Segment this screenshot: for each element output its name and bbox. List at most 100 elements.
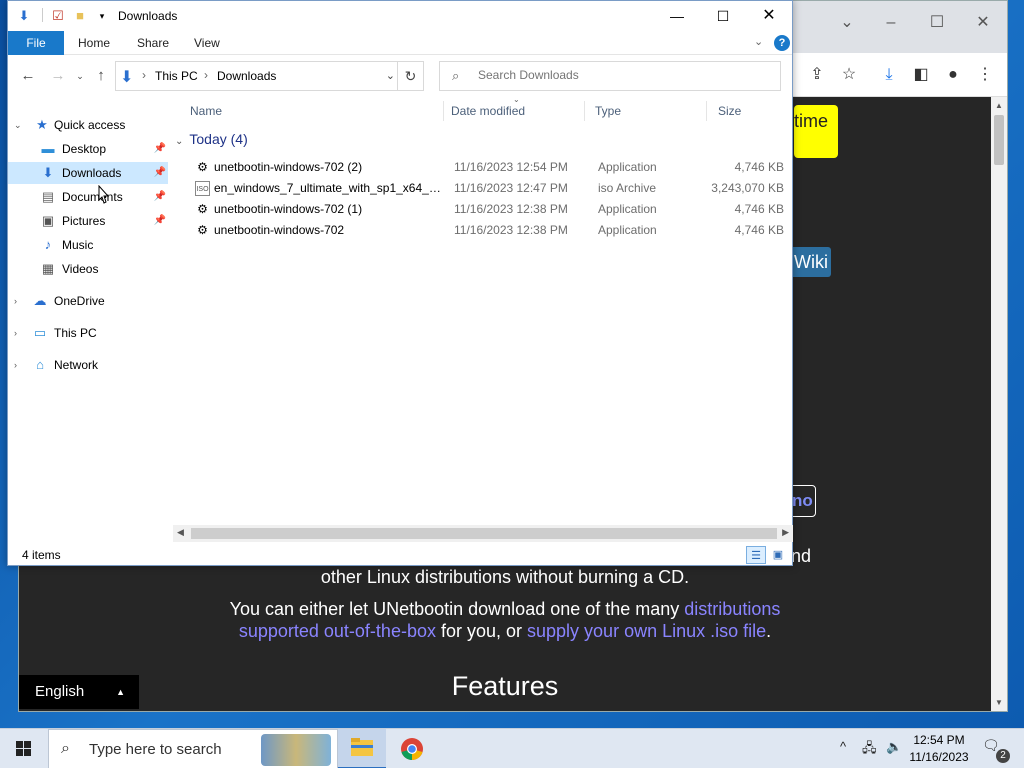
file-row[interactable]: ⚙ unetbootin-windows-702 (1) 11/16/2023 … <box>191 199 791 220</box>
taskbar-chrome[interactable] <box>388 729 436 768</box>
scroll-up-icon[interactable]: ▲ <box>995 101 1003 110</box>
minimize-button[interactable]: — <box>654 1 700 31</box>
up-arrow-icon[interactable]: ↑ <box>91 66 111 86</box>
distributions-link[interactable]: distributions <box>684 599 780 619</box>
close-button[interactable]: ✕ <box>746 1 792 31</box>
web-demo-button[interactable]: no <box>789 485 816 517</box>
properties-icon[interactable]: ☑ <box>50 8 66 24</box>
nav-item-quick-access[interactable]: ⌄ ★ Quick access <box>8 114 168 136</box>
pin-icon[interactable]: 📌 <box>154 210 166 232</box>
new-folder-icon[interactable]: ■ <box>72 8 88 24</box>
pin-icon[interactable]: 📌 <box>154 138 166 160</box>
help-icon[interactable]: ? <box>774 35 790 51</box>
back-arrow-icon[interactable]: ← <box>18 66 38 86</box>
pictures-icon: ▣ <box>41 213 55 228</box>
address-dropdown-icon[interactable]: ⌄ <box>386 69 395 82</box>
file-name: unetbootin-windows-702 (1) <box>214 202 363 216</box>
side-panel-icon[interactable]: ◧ <box>909 63 933 87</box>
column-header-size[interactable]: Size <box>714 101 789 121</box>
download-icon[interactable]: ⤓ <box>877 63 901 87</box>
file-row[interactable]: ISO en_windows_7_ultimate_with_sp1_x64_d… <box>191 178 791 199</box>
share-icon[interactable]: ⇪ <box>805 63 829 87</box>
web-yellow-button[interactable]: time <box>794 105 838 158</box>
browser-minimize-button[interactable]: – <box>881 13 901 33</box>
group-header-today[interactable]: ⌄ Today (4) <box>175 131 775 153</box>
nav-item-network[interactable]: › ⌂ Network <box>8 354 168 376</box>
chevron-right-icon[interactable]: › <box>14 322 17 344</box>
supply-iso-link[interactable]: supply your own Linux .iso file <box>527 621 766 641</box>
tab-file[interactable]: File <box>8 31 64 55</box>
browser-maximize-button[interactable]: ☐ <box>927 13 947 33</box>
file-type: Application <box>598 160 657 174</box>
file-row[interactable]: ⚙ unetbootin-windows-702 11/16/2023 12:3… <box>191 220 791 241</box>
nav-item-music[interactable]: ♪ Music <box>8 234 168 256</box>
chevron-down-icon[interactable]: ⌄ <box>14 114 22 136</box>
show-hidden-icons-icon[interactable]: ^ <box>840 739 846 754</box>
horizontal-scrollbar[interactable]: ◀ ▶ <box>173 525 793 542</box>
breadcrumb-downloads[interactable]: Downloads <box>217 69 276 83</box>
address-bar[interactable]: ⬇ › This PC › Downloads ⌄ ↻ <box>115 61 424 91</box>
maximize-button[interactable]: ☐ <box>700 1 746 31</box>
refresh-icon[interactable]: ↻ <box>397 62 423 90</box>
cloud-icon: ☁ <box>33 293 47 308</box>
browser-tab-search-icon[interactable]: ⌄ <box>837 13 857 33</box>
nav-item-downloads[interactable]: ⬇ Downloads 📌 <box>8 162 168 184</box>
tab-home[interactable]: Home <box>70 31 118 55</box>
taskbar-file-explorer[interactable] <box>338 729 386 768</box>
menu-kebab-icon[interactable]: ⋮ <box>973 63 997 87</box>
column-header-type[interactable]: Type <box>591 101 707 121</box>
forward-arrow-icon[interactable]: → <box>48 66 68 86</box>
nav-item-this-pc[interactable]: › ▭ This PC <box>8 322 168 344</box>
chevron-right-icon[interactable]: › <box>14 354 17 376</box>
app-icon: ⚙ <box>197 202 208 216</box>
horizontal-scrollbar-thumb[interactable] <box>191 528 777 539</box>
taskbar-search-box[interactable]: ⌕ Type here to search <box>48 729 338 768</box>
nav-label: Pictures <box>62 214 106 228</box>
file-date: 11/16/2023 12:38 PM <box>454 223 568 237</box>
profile-icon[interactable]: ● <box>941 63 965 87</box>
supported-link[interactable]: supported out-of-the-box <box>239 621 436 641</box>
column-header-name[interactable]: Name <box>186 101 444 121</box>
web-scrollbar[interactable]: ▲ ▼ <box>991 97 1007 711</box>
scroll-down-icon[interactable]: ▼ <box>995 698 1003 707</box>
network-status-icon[interactable]: 🖧 <box>862 739 877 761</box>
pin-icon[interactable]: 📌 <box>154 186 166 208</box>
nav-item-pictures[interactable]: ▣ Pictures 📌 <box>8 210 168 232</box>
breadcrumb-separator-icon[interactable]: › <box>142 68 146 82</box>
language-selector[interactable]: English ▲ <box>19 675 139 709</box>
column-header-date-modified[interactable]: Date modified <box>447 101 585 121</box>
large-icons-view-icon[interactable]: ▣ <box>768 546 788 564</box>
search-input[interactable] <box>478 68 768 82</box>
search-box[interactable]: ⌕ <box>439 61 781 91</box>
window-title: Downloads <box>118 9 178 23</box>
breadcrumb-separator-icon[interactable]: › <box>204 68 208 82</box>
taskbar-clock[interactable]: 12:54 PM 11/16/2023 <box>898 732 980 766</box>
browser-close-button[interactable]: ✕ <box>973 13 993 33</box>
nav-item-desktop[interactable]: ▬ Desktop 📌 <box>8 138 168 160</box>
start-button[interactable] <box>0 729 48 768</box>
nav-item-onedrive[interactable]: › ☁ OneDrive <box>8 290 168 312</box>
titlebar-separator <box>42 8 43 22</box>
chevron-down-icon[interactable]: ⌄ <box>175 136 183 147</box>
details-view-icon[interactable]: ☰ <box>746 546 766 564</box>
bookmark-star-icon[interactable]: ☆ <box>837 63 861 87</box>
file-explorer-window[interactable]: ⬇ ☑ ■ ▾ Downloads — ☐ ✕ File Home Share … <box>7 0 793 566</box>
nav-item-documents[interactable]: ▤ Documents 📌 <box>8 186 168 208</box>
web-scrollbar-thumb[interactable] <box>994 115 1004 165</box>
tab-view[interactable]: View <box>186 31 228 55</box>
chevron-right-icon[interactable]: › <box>14 290 17 312</box>
tab-share[interactable]: Share <box>129 31 177 55</box>
customize-toolbar-icon[interactable]: ▾ <box>94 8 110 24</box>
scroll-right-icon[interactable]: ▶ <box>782 527 789 538</box>
explorer-titlebar[interactable]: ⬇ ☑ ■ ▾ Downloads — ☐ ✕ <box>8 1 792 31</box>
clock-time: 12:54 PM <box>913 733 965 747</box>
notification-center-button[interactable]: 🗨 2 <box>982 737 1010 763</box>
file-row[interactable]: ⚙ unetbootin-windows-702 (2) 11/16/2023 … <box>191 157 791 178</box>
expand-ribbon-icon[interactable]: ⌄ <box>754 35 763 48</box>
recent-locations-icon[interactable]: ⌄ <box>70 66 90 86</box>
scroll-left-icon[interactable]: ◀ <box>177 527 184 538</box>
nav-item-videos[interactable]: ▦ Videos <box>8 258 168 280</box>
breadcrumb-this-pc[interactable]: This PC <box>155 69 198 83</box>
pin-icon[interactable]: 📌 <box>154 162 166 184</box>
web-wiki-button[interactable]: Wiki <box>789 247 831 277</box>
